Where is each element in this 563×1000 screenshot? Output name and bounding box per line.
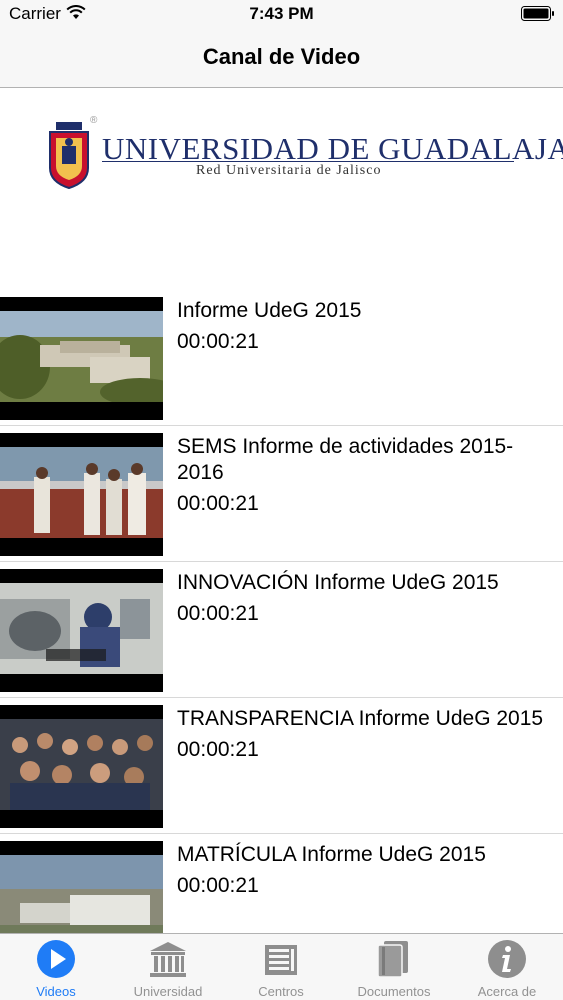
- tab-label: Centros: [258, 984, 304, 999]
- app-screen: Carrier 7:43 PM Canal de Video ® UNIVERS…: [0, 0, 563, 1000]
- video-duration: 00:00:21: [177, 738, 259, 761]
- video-thumbnail: [0, 297, 163, 420]
- tab-label: Universidad: [133, 984, 203, 999]
- tab-label: Acerca de: [477, 984, 537, 999]
- status-time: 7:43 PM: [249, 4, 314, 23]
- tab-acerca-de[interactable]: Acerca de: [451, 934, 563, 1000]
- tab-videos[interactable]: Videos: [0, 934, 112, 1000]
- video-duration: 00:00:21: [177, 602, 259, 625]
- university-logo: ® UNIVERSIDAD DE GUADALAJARA Red Univers…: [46, 115, 563, 190]
- video-row[interactable]: SEMS Informe de actividades 2015-2016 00…: [0, 426, 563, 562]
- video-title: MATRÍCULA Informe UdeG 2015: [177, 843, 486, 866]
- tab-label: Videos: [36, 984, 76, 999]
- video-title: SEMS Informe de actividades 2015-2016: [177, 435, 514, 484]
- play-icon: [36, 939, 76, 979]
- books-icon: [374, 939, 414, 979]
- tab-documentos[interactable]: Documentos: [338, 934, 450, 1000]
- video-duration: 00:00:21: [177, 874, 259, 897]
- tab-centros[interactable]: Centros: [225, 934, 337, 1000]
- tab-bar: Videos Universidad Centros Documentos Ac…: [0, 933, 563, 1000]
- page-title: Canal de Video: [202, 44, 361, 69]
- video-row[interactable]: TRANSPARENCIA Informe UdeG 2015 00:00:21: [0, 698, 563, 834]
- info-icon: [487, 939, 527, 979]
- video-title: Informe UdeG 2015: [177, 299, 362, 322]
- video-thumbnail: [0, 569, 163, 692]
- top-bar: Carrier 7:43 PM Canal de Video: [0, 0, 563, 88]
- video-duration: 00:00:21: [177, 492, 259, 515]
- battery-icon: [521, 6, 555, 27]
- registered-mark: ®: [90, 115, 98, 126]
- university-icon: [148, 939, 188, 979]
- video-thumbnail: [0, 705, 163, 828]
- tab-universidad[interactable]: Universidad: [112, 934, 224, 1000]
- tab-label: Documentos: [357, 984, 431, 999]
- video-row[interactable]: INNOVACIÓN Informe UdeG 2015 00:00:21: [0, 562, 563, 698]
- video-duration: 00:00:21: [177, 330, 259, 353]
- logo-subtitle: Red Universitaria de Jalisco: [196, 163, 382, 178]
- logo-rule: [102, 161, 514, 162]
- video-thumbnail: [0, 433, 163, 556]
- buildings-icon: [261, 939, 301, 979]
- video-title: INNOVACIÓN Informe UdeG 2015: [177, 571, 499, 594]
- university-crest-icon: [49, 122, 89, 190]
- video-row[interactable]: Informe UdeG 2015 00:00:21: [0, 290, 563, 426]
- video-title: TRANSPARENCIA Informe UdeG 2015: [177, 707, 544, 730]
